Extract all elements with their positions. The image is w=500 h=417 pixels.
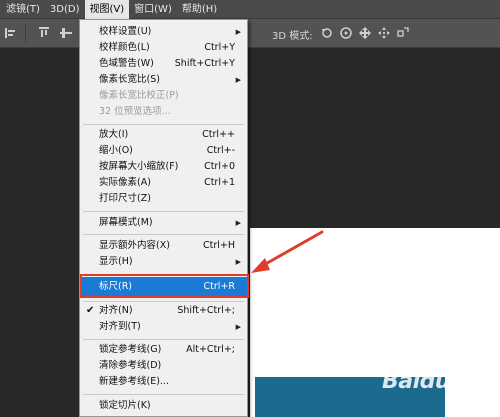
submenu-arrow-icon: ▶: [235, 219, 241, 227]
align-middle-icon[interactable]: [59, 26, 73, 40]
submenu-arrow-icon: ▶: [235, 76, 241, 84]
3d-scale-icon[interactable]: [396, 26, 410, 40]
menu-item-show[interactable]: 显示(H) ▶: [81, 254, 247, 270]
menu-window[interactable]: 窗口(W): [129, 0, 177, 19]
menu-view[interactable]: 视图(V): [84, 0, 130, 19]
menu-item-shortcut: Shift+Ctrl+;: [177, 305, 235, 316]
menu-item-label: 新建参考线(E)...: [99, 376, 169, 387]
menu-item-label: 按屏幕大小缩放(F): [99, 161, 179, 172]
menu-item-snap[interactable]: ✔ 对齐(N) Shift+Ctrl+;: [81, 303, 247, 319]
checkmark-icon: ✔: [86, 305, 95, 316]
menu-item-label: 实际像素(A): [99, 177, 151, 188]
submenu-arrow-icon: ▶: [235, 258, 241, 266]
menu-item-proof-colors[interactable]: 校样颜色(L) Ctrl+Y: [81, 40, 247, 56]
menu-item-shortcut: Ctrl+0: [204, 161, 235, 172]
watermark: Baidu 经验: [382, 369, 492, 394]
menu-item-label: 像素长宽比校正(P): [99, 90, 179, 101]
menu-separator: [83, 301, 244, 302]
menu-item-gamut-warning[interactable]: 色域警告(W) Shift+Ctrl+Y: [81, 56, 247, 72]
menu-item-shortcut: Ctrl++: [202, 129, 235, 140]
menu-item-label: 校样颜色(L): [99, 42, 150, 53]
menu-item-pixel-aspect-correction: 像素长宽比校正(P): [81, 88, 247, 104]
menu-separator: [83, 234, 244, 235]
menu-item-proof-setup[interactable]: 校样设置(U) ▶: [81, 24, 247, 40]
toolbar-divider: [25, 25, 26, 42]
menu-filter[interactable]: 滤镜(T): [0, 0, 45, 19]
menu-item-label: 像素长宽比(S): [99, 74, 160, 85]
menu-item-label: 校样设置(U): [99, 26, 152, 37]
menu-separator: [83, 339, 244, 340]
menu-item-shortcut: Ctrl+-: [206, 145, 235, 156]
menu-item-label: 打印尺寸(Z): [99, 193, 151, 204]
menu-item-snap-to[interactable]: 对齐到(T) ▶: [81, 319, 247, 335]
menu-item-fit-on-screen[interactable]: 按屏幕大小缩放(F) Ctrl+0: [81, 159, 247, 175]
3d-rotate-icon[interactable]: [320, 26, 334, 40]
align-left-icon[interactable]: [4, 26, 18, 40]
options-bar: 3D 模式:: [0, 19, 500, 48]
menu-item-label: 32 位预览选项...: [99, 106, 171, 117]
menu-item-actual-pixels[interactable]: 实际像素(A) Ctrl+1: [81, 175, 247, 191]
3d-roll-icon[interactable]: [339, 26, 353, 40]
watermark-sub: 经验: [472, 375, 492, 386]
menu-item-32bit-preview: 32 位预览选项...: [81, 104, 247, 120]
menu-item-label: 屏幕模式(M): [99, 217, 153, 228]
menu-3d[interactable]: 3D(D): [45, 0, 85, 19]
menu-bar: 滤镜(T) 3D(D) 视图(V) 窗口(W) 帮助(H): [0, 0, 500, 19]
menu-item-label: 锁定参考线(G): [99, 344, 162, 355]
menu-item-label: 锁定切片(K): [99, 400, 151, 411]
menu-item-label: 放大(I): [99, 129, 129, 140]
menu-item-shortcut: Ctrl+1: [204, 177, 235, 188]
3d-pan-icon[interactable]: [358, 26, 372, 40]
menu-item-label: 色域警告(W): [99, 58, 154, 69]
watermark-logo: Baidu: [382, 369, 451, 394]
submenu-arrow-icon: ▶: [235, 28, 241, 36]
menu-item-pixel-aspect-ratio[interactable]: 像素长宽比(S) ▶: [81, 72, 247, 88]
menu-item-zoom-in[interactable]: 放大(I) Ctrl++: [81, 127, 247, 143]
menu-item-label: 显示额外内容(X): [99, 240, 170, 251]
menu-item-show-extras[interactable]: 显示额外内容(X) Ctrl+H: [81, 238, 247, 254]
menu-item-screen-mode[interactable]: 屏幕模式(M) ▶: [81, 215, 247, 231]
menu-separator: [83, 124, 244, 125]
menu-separator: [83, 211, 244, 212]
menu-item-lock-slices[interactable]: 锁定切片(K): [81, 398, 247, 414]
3d-mode-label: 3D 模式:: [272, 31, 313, 42]
align-top-icon[interactable]: [37, 26, 51, 40]
view-menu-dropdown: 校样设置(U) ▶ 校样颜色(L) Ctrl+Y 色域警告(W) Shift+C…: [79, 19, 248, 417]
menu-item-label: 显示(H): [99, 256, 133, 267]
menu-item-label: 对齐到(T): [99, 321, 141, 332]
menu-item-shortcut: Ctrl+H: [202, 240, 235, 251]
menu-item-label: 缩小(O): [99, 145, 133, 156]
menu-help[interactable]: 帮助(H): [177, 0, 222, 19]
menu-item-shortcut: Shift+Ctrl+Y: [174, 58, 235, 69]
submenu-arrow-icon: ▶: [235, 323, 241, 331]
menu-item-zoom-out[interactable]: 缩小(O) Ctrl+-: [81, 143, 247, 159]
menu-item-label: 清除参考线(D): [99, 360, 162, 371]
menu-item-shortcut: Ctrl+Y: [204, 42, 235, 53]
menu-item-shortcut: Alt+Ctrl+;: [186, 344, 235, 355]
annotation-highlight-box: [80, 274, 249, 298]
menu-item-new-guide[interactable]: 新建参考线(E)...: [81, 374, 247, 390]
menu-item-clear-guides[interactable]: 清除参考线(D): [81, 358, 247, 374]
menu-item-print-size[interactable]: 打印尺寸(Z): [81, 191, 247, 207]
menu-item-label: 对齐(N): [99, 305, 133, 316]
menu-separator: [83, 394, 244, 395]
3d-slide-icon[interactable]: [377, 26, 391, 40]
menu-item-lock-guides[interactable]: 锁定参考线(G) Alt+Ctrl+;: [81, 342, 247, 358]
